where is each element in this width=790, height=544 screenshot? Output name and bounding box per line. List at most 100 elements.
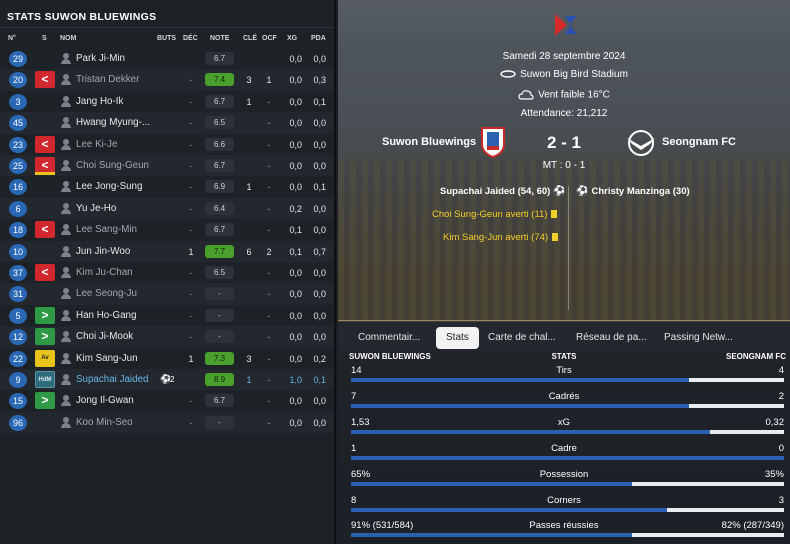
card-event-text[interactable]: Kim Sang-Jun averti (74)	[443, 232, 548, 243]
pda-value: 0,7	[313, 246, 326, 257]
decisive-value: -	[189, 417, 193, 428]
table-row[interactable]: 25 < Choi Sung-Geun -6.7-0,0 0,0	[0, 155, 334, 177]
col-note[interactable]: NOTE	[210, 35, 229, 42]
rating-badge: 6.7	[205, 159, 234, 172]
table-row[interactable]: 18 < Lee Sang-Min - 6.7 - 0,1 0,0	[0, 219, 334, 240]
table-row[interactable]: 31 Lee Seong-Ju - - - 0,0 0,0	[0, 283, 334, 305]
player-name[interactable]: Lee Sang-Min	[76, 224, 137, 235]
player-name[interactable]: Yu Je-Ho	[76, 203, 116, 214]
pda-value: 0,0	[313, 332, 326, 343]
table-row[interactable]: 96 Koo Min-Seo - - - 0,0 0,0	[0, 411, 334, 434]
chances-value: -	[267, 225, 271, 236]
goals-count: 2	[170, 375, 175, 384]
tab-heatmap[interactable]: Carte de chal...	[488, 327, 556, 349]
away-scorer[interactable]: Christy Manzinga (30)	[591, 186, 689, 197]
away-crest-icon[interactable]	[624, 128, 658, 158]
table-row[interactable]: 16 Lee Jong-Sung - 6.9 1 - 0,0 0,1	[0, 176, 334, 197]
shirt-number: 10	[9, 243, 27, 260]
player-name[interactable]: Lee Jong-Sung	[76, 181, 142, 192]
player-name[interactable]: Choi Ji-Mook	[76, 331, 133, 342]
subbed-out-icon: <	[35, 71, 55, 89]
table-row[interactable]: 22 Av Kim Sang-Jun 1 7.3 3 - 0,0 0,2	[0, 348, 334, 369]
shirt-number: 5	[9, 307, 27, 324]
rating-badge: 6.9	[205, 180, 234, 194]
stat-name: Possession	[539, 468, 589, 480]
player-name[interactable]: Jun Jin-Woo	[76, 246, 130, 257]
player-avatar-icon	[61, 267, 71, 278]
xg-value: 0,0	[289, 161, 302, 171]
pda-value: 0,1	[313, 375, 326, 385]
xg-value: 0,0	[289, 289, 302, 300]
home-share-fill	[351, 455, 784, 460]
col-s[interactable]: S	[42, 35, 47, 42]
chances-value: -	[267, 139, 271, 150]
away-stat-value: 0,32	[765, 416, 785, 428]
chances-value: -	[267, 96, 271, 107]
goal-ball-icon: ⚽	[576, 186, 589, 197]
player-name[interactable]: Koo Min-Seo	[76, 417, 133, 428]
pda-value: 0,0	[313, 161, 326, 171]
player-name[interactable]: Hwang Myung-...	[76, 117, 150, 128]
player-name[interactable]: Han Ho-Gang	[76, 310, 136, 321]
rating-badge: 6.7	[205, 94, 234, 108]
table-row[interactable]: 5 > Han Ho-Gang - - - 0,0 0,0	[0, 305, 334, 326]
rating-badge: -	[205, 308, 234, 322]
table-row[interactable]: 6 Yu Je-Ho - 6.4 - 0,2 0,0	[0, 197, 334, 220]
player-name[interactable]: Jong Il-Gwan	[76, 395, 134, 406]
rating-badge: 6.5	[205, 116, 234, 130]
decisive-value: -	[189, 75, 193, 86]
player-avatar-icon	[61, 224, 71, 236]
away-team-name[interactable]: Seongnam FC	[662, 136, 736, 148]
player-name[interactable]: Lee Ki-Je	[76, 139, 117, 150]
player-name[interactable]: Supachai Jaided	[76, 374, 148, 385]
table-row[interactable]: 23 < Lee Ki-Je - 6.6 - 0,0 0,0	[0, 134, 334, 155]
player-name[interactable]: Tristan Dekker	[76, 74, 139, 85]
home-share-fill	[351, 378, 689, 382]
key-passes-value: 3	[246, 75, 252, 86]
player-name[interactable]: Choi Sung-Geun	[76, 160, 149, 171]
player-avatar-icon	[61, 138, 71, 150]
col-num[interactable]: N°	[8, 35, 16, 42]
player-stats-panel: STATS SUWON BLUEWINGS N° S NOM BUTS DÉC …	[0, 0, 336, 544]
card-event-text[interactable]: Choi Sung-Geun averti (11)	[432, 209, 547, 220]
stat-name: xG	[557, 416, 571, 428]
player-name[interactable]: Kim Ju-Chan	[76, 267, 133, 278]
tab-pass-network-fr[interactable]: Réseau de pa...	[576, 327, 647, 349]
col-pda[interactable]: PDA	[311, 35, 326, 42]
rating-badge: 6.7	[205, 52, 234, 65]
competition-logo-icon	[555, 14, 577, 36]
col-cle[interactable]: CLÉ	[243, 35, 257, 42]
col-buts[interactable]: BUTS	[157, 35, 176, 42]
player-avatar-icon	[61, 331, 71, 343]
col-nom[interactable]: NOM	[60, 35, 76, 42]
table-row[interactable]: 15 > Jong Il-Gwan - 6.7 - 0,0 0,0	[0, 390, 334, 411]
table-row[interactable]: 45 Hwang Myung-... - 6.5 - 0,0 0,0	[0, 112, 334, 134]
player-name[interactable]: Kim Sang-Jun	[76, 353, 138, 364]
tab-commentary[interactable]: Commentair...	[358, 327, 420, 349]
col-dec[interactable]: DÉC	[183, 35, 198, 42]
away-stat-value: 2	[778, 390, 784, 402]
player-avatar-icon	[61, 288, 71, 300]
tab-stats[interactable]: Stats	[436, 327, 479, 349]
player-name[interactable]: Lee Seong-Ju	[76, 288, 137, 299]
table-row[interactable]: 29 Park Ji-Min 6.7 0,0 0,0	[0, 48, 334, 69]
col-ocf[interactable]: OCF	[262, 35, 277, 42]
tab-passing-network[interactable]: Passing Netw...	[664, 327, 733, 349]
table-row[interactable]: 10 Jun Jin-Woo 1 7.7 6 2 0,1 0,7	[0, 240, 334, 262]
player-name[interactable]: Jang Ho-Ik	[76, 96, 123, 107]
table-row[interactable]: 9 HdM Supachai Jaided ⚽ 2 8.9 1-1,0 0,1	[0, 369, 334, 391]
decisive-value: -	[189, 289, 193, 300]
table-row[interactable]: 3 Jang Ho-Ik - 6.7 1 - 0,0 0,1	[0, 91, 334, 112]
goal-ball-icon: ⚽	[553, 186, 566, 197]
table-row[interactable]: 37 < Kim Ju-Chan - 6.5 - 0,0 0,0	[0, 262, 334, 283]
home-scorer[interactable]: Supachai Jaided (54, 60)	[440, 186, 550, 197]
col-xg[interactable]: XG	[287, 35, 297, 42]
player-table-body: 29 Park Ji-Min 6.7 0,0 0,0 20 < Tristan Dekker -…	[0, 48, 334, 438]
subbed-out-icon: <	[35, 264, 55, 281]
table-row[interactable]: 12 > Choi Ji-Mook - - - 0,0 0,0	[0, 326, 334, 348]
home-share-fill	[351, 507, 668, 512]
subbed-in-icon: >	[35, 306, 55, 324]
player-name[interactable]: Park Ji-Min	[76, 53, 125, 64]
pda-value: 0,1	[313, 96, 326, 107]
table-row[interactable]: 20 < Tristan Dekker - 7.4 3 1 0,0 0,3	[0, 69, 334, 91]
